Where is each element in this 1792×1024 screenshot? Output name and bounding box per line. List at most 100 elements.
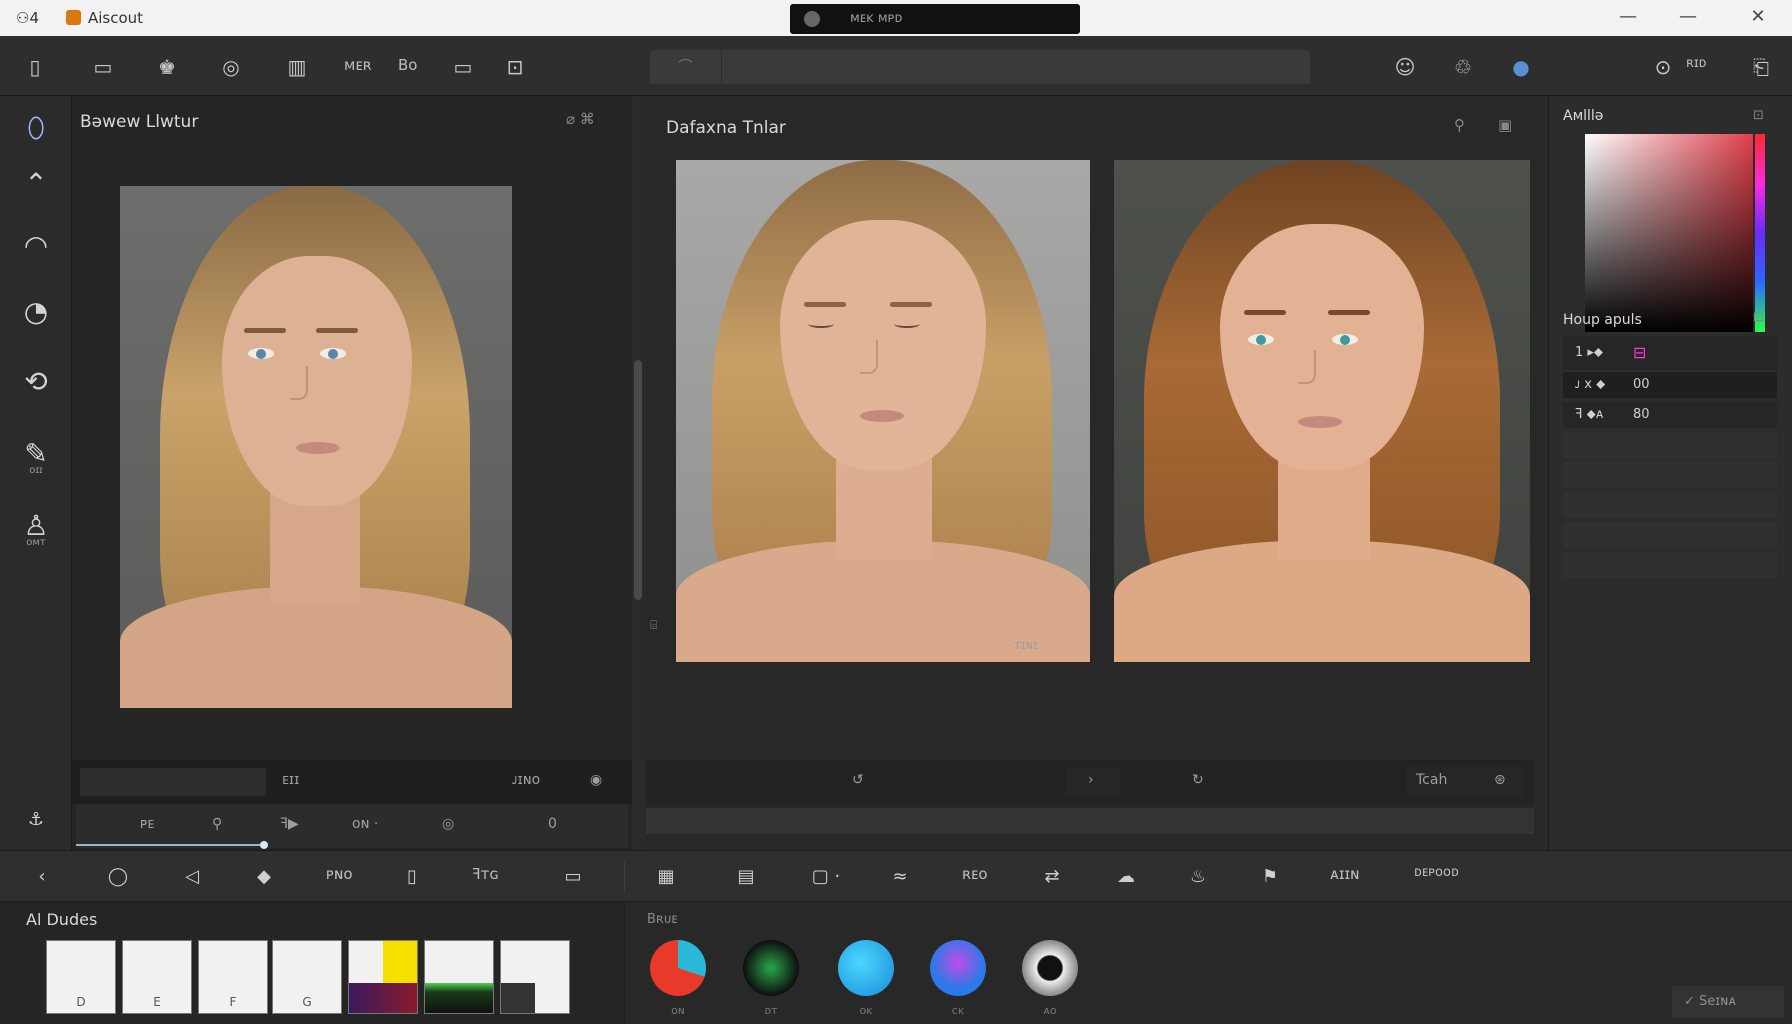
comparison-caption: ᴛɪɴɪ [1014, 638, 1038, 652]
apply-button[interactable]: ✓ Seɪɴᴀ [1672, 986, 1784, 1018]
head-outline-icon[interactable]: ◠ [12, 222, 60, 270]
swap-icon[interactable]: ⇄ [1038, 865, 1066, 889]
brushes-title: Bʀᴜᴇ [647, 912, 678, 927]
menu-text-a[interactable]: ᴍᴇʀ [344, 56, 372, 74]
user-icon[interactable]: ☺ [1392, 54, 1418, 80]
panel-icon[interactable]: ▥ [284, 54, 310, 80]
color-picker-field[interactable] [1585, 134, 1753, 332]
layout-icon[interactable]: ▦ [652, 865, 680, 889]
brushes-panel: Bʀᴜᴇ [624, 902, 1792, 1024]
swatch-green[interactable] [424, 940, 494, 1014]
camera-icon[interactable]: ▣ [1498, 116, 1512, 134]
wave-icon[interactable]: ≈ [886, 865, 914, 889]
brush-cyan[interactable] [838, 940, 894, 996]
eye-toggle-icon[interactable]: ◉ [590, 772, 602, 788]
graduation-cap-icon[interactable]: ♚ [154, 54, 180, 80]
empty-row[interactable] [1563, 552, 1777, 578]
empty-row[interactable] [1563, 492, 1777, 518]
folder-icon[interactable]: ▭ [90, 54, 116, 80]
control-3[interactable]: ᴏɴ · [352, 816, 378, 832]
circle-tool-icon[interactable]: ◯ [104, 865, 132, 889]
property-row[interactable]: ᴊ x ⬥ 00 [1563, 372, 1777, 398]
brush-grey[interactable] [1022, 940, 1078, 996]
before-panel-controls[interactable]: ⌀ ⌘ [566, 110, 595, 128]
empty-row[interactable] [1563, 522, 1777, 548]
settings-icon[interactable]: ⊙ [1650, 54, 1676, 80]
pen-tool-icon[interactable]: ✎ ᴏɪɪ [12, 430, 60, 478]
new-file-icon[interactable]: ▯ [22, 54, 48, 80]
hue-slider[interactable] [1755, 134, 1765, 332]
phone-icon[interactable]: ▯ [398, 865, 426, 889]
swatch-yellow[interactable] [348, 940, 418, 1014]
brush-red[interactable] [650, 940, 706, 996]
swatch[interactable]: D [46, 940, 116, 1014]
settings-label[interactable]: ʀɪᴅ [1686, 56, 1707, 71]
grid-icon[interactable]: ▤ [732, 865, 760, 889]
swatch[interactable]: G [272, 940, 342, 1014]
target-icon[interactable]: ◎ [218, 54, 244, 80]
figure-tool-icon[interactable]: ♙ ᴏᴍᴛ [12, 502, 60, 550]
control-0[interactable]: ᴘᴇ [140, 816, 154, 832]
timeline-handle[interactable] [260, 841, 268, 849]
tool-label-e[interactable]: ᴅᴇᴘᴏᴏᴅ [1414, 865, 1459, 880]
redo-icon[interactable]: ↻ [1192, 772, 1204, 788]
swatch-dark[interactable] [500, 940, 570, 1014]
timeline-progress [76, 844, 264, 846]
brush-dark-green[interactable] [743, 940, 799, 996]
brain-icon[interactable]: ♲ [1450, 54, 1476, 80]
property-row[interactable]: 1 ▸⬥ ⊟ [1563, 336, 1777, 370]
frame-icon[interactable]: ⊡ [502, 54, 528, 80]
tool-label-a[interactable]: ᴘɴᴏ [326, 865, 353, 883]
expand-icon[interactable]: ⊡ [1753, 108, 1764, 123]
export-icon[interactable]: ⎗ [1748, 54, 1774, 80]
search-segment[interactable]: ⌒ [650, 50, 722, 84]
frame-dropdown-icon[interactable]: ▢ · [806, 865, 846, 889]
play-button[interactable]: › [1066, 768, 1120, 796]
side-marker[interactable]: ⌸ [650, 618, 657, 633]
control-5[interactable]: 0 [548, 816, 557, 832]
property-row[interactable]: ꟻ ⬥ᴀ 80 [1563, 402, 1777, 428]
brush-label: ᴄᴋ [951, 1004, 965, 1017]
undo-icon[interactable]: ↺ [852, 772, 864, 788]
tool-label-c[interactable]: ʀᴇᴏ [962, 865, 988, 883]
empty-row[interactable] [1563, 462, 1777, 488]
tool-label-b[interactable]: ꟻᴛɢ [472, 865, 499, 883]
scrollbar-thumb[interactable] [634, 360, 642, 600]
slider-icon[interactable]: ▭ [548, 865, 598, 889]
control-1[interactable]: ⚲ [212, 816, 222, 832]
wand-icon[interactable]: ⚑ [1256, 865, 1284, 889]
document-tab[interactable]: ᴍᴇᴋ ᴍᴘᴅ [790, 4, 1080, 34]
chevron-up-icon[interactable]: ⌃ [12, 160, 60, 208]
diamond-tool-icon[interactable]: ◆ [250, 865, 278, 889]
section-expand-icon[interactable]: ⊡ [1753, 310, 1764, 325]
control-4[interactable]: ◎ [442, 816, 454, 832]
back-arrow-icon[interactable]: ‹ [28, 865, 56, 889]
anchor-icon[interactable]: ⚓ [12, 796, 60, 844]
maximize-button[interactable]: — [1668, 6, 1708, 30]
document-icon [804, 11, 820, 27]
pin-icon[interactable]: ⚲ [1454, 116, 1465, 134]
flame-icon[interactable]: ♨ [1184, 865, 1212, 889]
swatch[interactable]: F [198, 940, 268, 1014]
app-name: Aiscout [88, 9, 144, 27]
swatch[interactable]: E [122, 940, 192, 1014]
rotate-icon[interactable]: ⟲ [12, 358, 60, 406]
compare-toggle[interactable]: Tcah ⊛ [1406, 766, 1524, 798]
circle-icon[interactable]: ● [1508, 54, 1534, 80]
close-button[interactable]: ✕ [1738, 6, 1778, 30]
search-bar[interactable]: ⌒ [650, 50, 1310, 84]
tool-label-d[interactable]: ᴀɪɪɴ [1330, 865, 1360, 883]
empty-row[interactable] [1563, 432, 1777, 458]
face-profile-icon[interactable]: ◔ [12, 288, 60, 336]
before-name-field[interactable] [80, 768, 266, 796]
triangle-tool-icon[interactable]: ◁ [178, 865, 206, 889]
minimize-button[interactable]: — [1608, 6, 1648, 30]
control-2[interactable]: ꟻ▶ [280, 816, 299, 832]
menu-text-b[interactable]: Bo [398, 56, 417, 74]
progress-track[interactable] [646, 808, 1534, 834]
select-tool-icon[interactable]: ⬯ [12, 104, 60, 152]
window-icon[interactable]: ▭ [450, 54, 476, 80]
cloud-icon[interactable]: ☁ [1112, 865, 1140, 889]
brush-violet[interactable] [930, 940, 986, 996]
before-controls-strip: ᴘᴇ ⚲ ꟻ▶ ᴏɴ · ◎ 0 [76, 804, 628, 849]
